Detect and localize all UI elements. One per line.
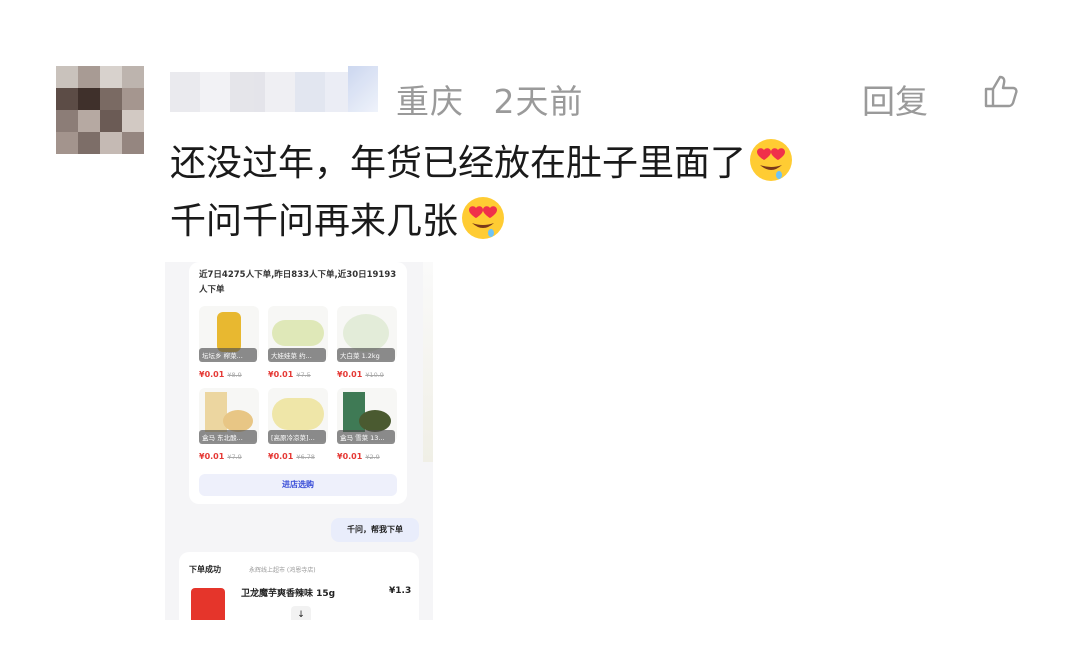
- reply-button[interactable]: 回复: [862, 75, 928, 123]
- product-price: ¥0.01 ¥7.5: [268, 370, 311, 379]
- product-price: ¥0.01 ¥6.78: [268, 452, 315, 461]
- product-name: [高原冷凉菜]...: [268, 430, 326, 444]
- order-product-price: ¥1.3: [389, 586, 412, 596]
- username-blurred[interactable]: [170, 66, 378, 112]
- comment-meta: 重庆 2天前: [396, 75, 584, 123]
- avatar[interactable]: [56, 66, 144, 154]
- attached-screenshot[interactable]: 近7日4275人下单,昨日833人下单,近30日19193人下单 坛坛乡 榨菜.…: [165, 262, 433, 620]
- location: 重庆: [396, 82, 464, 121]
- screenshot-edge: [165, 262, 171, 522]
- comment-text-1: 还没过年，年货已经放在肚子里面了: [170, 143, 747, 184]
- product-name: 大娃娃菜 约...: [268, 348, 326, 362]
- timestamp: 2天前: [493, 82, 584, 121]
- product-item[interactable]: [高原冷凉菜]... ¥0.01 ¥6.78: [268, 388, 330, 461]
- product-name: 坛坛乡 榨菜...: [199, 348, 257, 362]
- heart-eyes-emoji-icon: [462, 197, 505, 239]
- heart-eyes-emoji-icon: [750, 139, 793, 181]
- product-item[interactable]: 大白菜 1.2kg ¥0.01 ¥10.9: [337, 306, 399, 379]
- comment-text-line-1: 还没过年，年货已经放在肚子里面了: [170, 134, 794, 186]
- product-name: 盒马 东北酸...: [199, 430, 257, 444]
- product-item[interactable]: 盒马 雪菜 13... ¥0.01 ¥2.9: [337, 388, 399, 461]
- chat-bubble: 千问，帮我下单: [331, 518, 419, 542]
- screenshot-edge: [423, 262, 433, 462]
- order-stats-text: 近7日4275人下单,昨日833人下单,近30日19193人下单: [199, 270, 397, 295]
- order-product-title: 卫龙魔芋爽香辣味 15g: [241, 589, 336, 599]
- store-name: 永辉线上超市 (鸿恩寺店): [249, 567, 316, 574]
- order-success-card: 下单成功 永辉线上超市 (鸿恩寺店) 卫龙魔芋爽香辣味 15g ¥1.3 ↓: [179, 552, 419, 620]
- product-item[interactable]: 坛坛乡 榨菜... ¥0.01 ¥8.9: [199, 306, 261, 379]
- product-card: [189, 262, 407, 504]
- product-price: ¥0.01 ¥10.9: [337, 370, 384, 379]
- order-success-label: 下单成功: [189, 565, 221, 574]
- product-item[interactable]: 大娃娃菜 约... ¥0.01 ¥7.5: [268, 306, 330, 379]
- product-item[interactable]: 盒马 东北酸... ¥0.01 ¥7.9: [199, 388, 261, 461]
- enter-store-button[interactable]: 进店选购: [199, 474, 397, 496]
- order-product-image: [191, 588, 225, 620]
- arrow-down-icon: ↓: [291, 606, 311, 620]
- product-price: ¥0.01 ¥2.9: [337, 452, 380, 461]
- comment-text-line-2: 千问千问再来几张: [170, 192, 506, 244]
- product-price: ¥0.01 ¥8.9: [199, 370, 242, 379]
- thumbs-up-icon[interactable]: [978, 70, 1022, 114]
- product-name: 大白菜 1.2kg: [337, 348, 395, 362]
- product-name: 盒马 雪菜 13...: [337, 430, 395, 444]
- product-price: ¥0.01 ¥7.9: [199, 452, 242, 461]
- comment-text-2: 千问千问再来几张: [170, 201, 459, 242]
